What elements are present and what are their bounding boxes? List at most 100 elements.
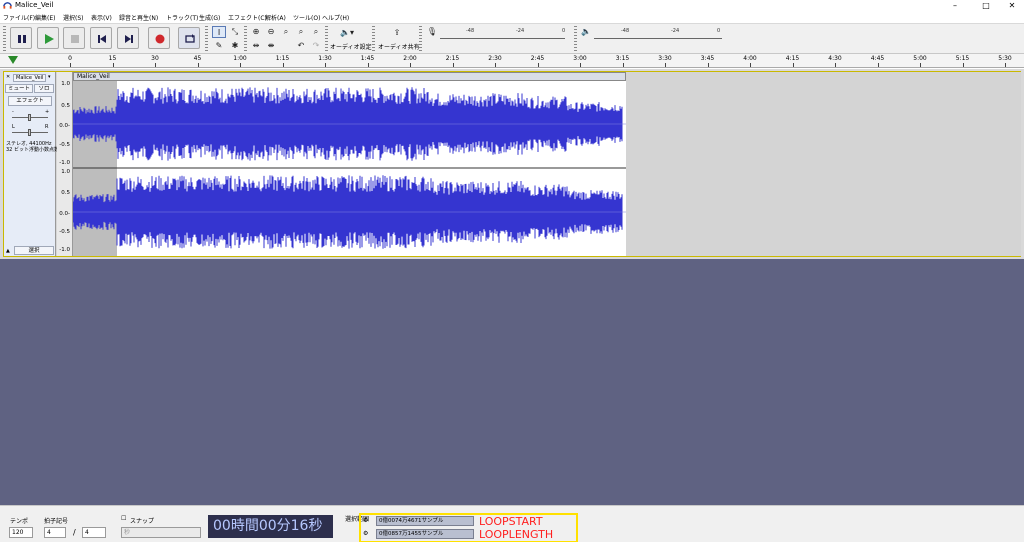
fit-selection-icon[interactable]: ⌕: [279, 26, 293, 38]
waveform[interactable]: [73, 81, 626, 256]
menu-effect[interactable]: エフェクト(C): [228, 13, 267, 22]
toolbar-grip[interactable]: [372, 26, 375, 52]
toolbar-grip[interactable]: [3, 26, 6, 52]
audio-clip[interactable]: Malice_Veil: [73, 72, 626, 256]
selection-tool-icon[interactable]: I: [212, 26, 226, 38]
skip-to-start-button[interactable]: [90, 27, 112, 49]
time-signature-slash: /: [73, 528, 76, 537]
minimize-button[interactable]: –: [940, 0, 970, 12]
mute-button[interactable]: ミュート: [5, 84, 33, 93]
time-signature-numerator[interactable]: 4: [44, 527, 66, 538]
skip-to-end-button[interactable]: [117, 27, 139, 49]
audio-setup-button[interactable]: オーディオ設定: [330, 42, 372, 51]
ruler-tick-label: 45: [193, 55, 202, 62]
selection-length-icon[interactable]: ⚙: [363, 530, 368, 537]
record-meter[interactable]: [440, 27, 565, 39]
zoom-in-icon[interactable]: ⊕: [249, 26, 263, 38]
scale-label: 0.5: [61, 103, 70, 109]
menu-select[interactable]: 選択(S): [63, 13, 84, 22]
select-track-button[interactable]: 選択: [14, 246, 54, 255]
loop-button[interactable]: [178, 27, 200, 49]
ruler-tick: [410, 63, 411, 67]
timeline-ruler[interactable]: 0 15 30 45 1:00 1:15 1:30 1:45 2:00 2:15 2:30 2:45 3…: [0, 54, 1024, 68]
scale-label: -1.0: [59, 247, 70, 253]
redo-icon[interactable]: ↷: [309, 40, 323, 52]
tempo-input[interactable]: 120: [9, 527, 33, 538]
scale-label: -0.5: [59, 142, 70, 148]
menu-help[interactable]: ヘルプ(H): [322, 13, 349, 22]
share-icon[interactable]: ⇪: [390, 27, 404, 39]
envelope-tool-icon[interactable]: ⤡: [228, 26, 242, 38]
scale-label: 1.0: [61, 169, 70, 175]
clip-title[interactable]: Malice_Veil: [73, 72, 626, 81]
selection-start-field[interactable]: 0億0074万4671サンプル: [376, 516, 474, 526]
multi-tool-icon[interactable]: ✱: [228, 40, 242, 52]
ruler-tick: [707, 63, 709, 67]
stop-button[interactable]: [63, 27, 85, 49]
tempo-label: テンポ: [10, 518, 29, 525]
pan-slider-knob[interactable]: [28, 129, 31, 136]
gain-slider-knob[interactable]: [28, 114, 31, 121]
ruler-tick: [622, 63, 624, 67]
ruler-tick: [877, 63, 879, 67]
ruler-tick-label: 2:15: [445, 55, 460, 62]
toolbar-grip[interactable]: [419, 26, 422, 52]
ruler-tick: [580, 63, 581, 67]
playback-meter[interactable]: [594, 27, 722, 39]
effects-button[interactable]: エフェクト: [8, 96, 52, 106]
ruler-tick-label: 1:45: [360, 55, 375, 62]
playback-speaker-icon[interactable]: 🔈: [579, 26, 593, 38]
gain-minus-label: -: [12, 109, 14, 115]
snap-checkbox[interactable]: ☐: [121, 515, 126, 522]
close-button[interactable]: ✕: [1000, 0, 1024, 12]
selection-length-field[interactable]: 0億0857万1455サンプル: [376, 529, 474, 539]
ruler-tick: [537, 63, 539, 67]
time-signature-denominator[interactable]: 4: [82, 527, 106, 538]
ruler-tick-label: 3:00: [573, 55, 587, 62]
time-display[interactable]: 00時間00分16秒: [208, 515, 333, 538]
track-area: ✕ Malice_Veil ▾ ミュート ソロ エフェクト - + L R ステ…: [0, 69, 1024, 259]
toolbar-grip[interactable]: [574, 26, 577, 52]
track-name-menu[interactable]: Malice_Veil: [13, 74, 47, 82]
maximize-button[interactable]: □: [971, 0, 1001, 12]
fit-project-icon[interactable]: ⌕: [294, 26, 308, 38]
clip-area[interactable]: Malice_Veil: [73, 72, 1021, 256]
time-signature-label: 拍子記号: [44, 518, 69, 525]
silence-icon[interactable]: ⇼: [264, 40, 278, 52]
toolbar-grip[interactable]: [244, 26, 247, 52]
toolbar-grip[interactable]: [205, 26, 208, 52]
audio-share-button[interactable]: オーディオ共有: [378, 42, 420, 51]
trim-icon[interactable]: ⇹: [249, 40, 263, 52]
selection-mode-icon[interactable]: ⚙: [363, 517, 368, 524]
menu-view[interactable]: 表示(V): [91, 13, 112, 22]
pause-button[interactable]: [10, 27, 32, 49]
speaker-icon[interactable]: 🔈▾: [337, 27, 357, 39]
menu-file[interactable]: ファイル(F): [3, 13, 35, 22]
track-close-icon[interactable]: ✕: [6, 74, 10, 80]
microphone-icon[interactable]: 🎙: [425, 26, 439, 38]
draw-tool-icon[interactable]: ✎: [212, 40, 226, 52]
zoom-toggle-icon[interactable]: ⌕: [309, 26, 323, 38]
scale-label: 0.0-: [59, 211, 70, 217]
zoom-out-icon[interactable]: ⊖: [264, 26, 278, 38]
play-button[interactable]: [37, 27, 59, 49]
track-collapse-icon[interactable]: ▾: [48, 74, 51, 80]
play-head-marker-icon[interactable]: [8, 56, 18, 64]
menu-edit[interactable]: 編集(E): [35, 13, 55, 22]
menu-generate[interactable]: 生成(G): [199, 13, 220, 22]
menu-tracks[interactable]: トラック(T): [166, 13, 198, 22]
audio-track[interactable]: ✕ Malice_Veil ▾ ミュート ソロ エフェクト - + L R ステ…: [3, 71, 1021, 257]
menu-analyze[interactable]: 解析(A): [265, 13, 286, 22]
track-collapse-arrow-icon[interactable]: ▲: [6, 248, 10, 254]
record-button[interactable]: [148, 27, 170, 49]
undo-icon[interactable]: ↶: [294, 40, 308, 52]
toolbar-grip[interactable]: [325, 26, 328, 52]
empty-project-area[interactable]: [0, 259, 1024, 505]
ruler-tick: [240, 63, 241, 67]
menu-transport[interactable]: 録音と再生(N): [119, 13, 158, 22]
ruler-tick-label: 5:30: [998, 55, 1012, 62]
snap-select[interactable]: 秒: [121, 527, 201, 538]
solo-button[interactable]: ソロ: [34, 84, 54, 93]
menu-tools[interactable]: ツール(O): [293, 13, 320, 22]
window-title: Malice_Veil: [15, 1, 54, 9]
